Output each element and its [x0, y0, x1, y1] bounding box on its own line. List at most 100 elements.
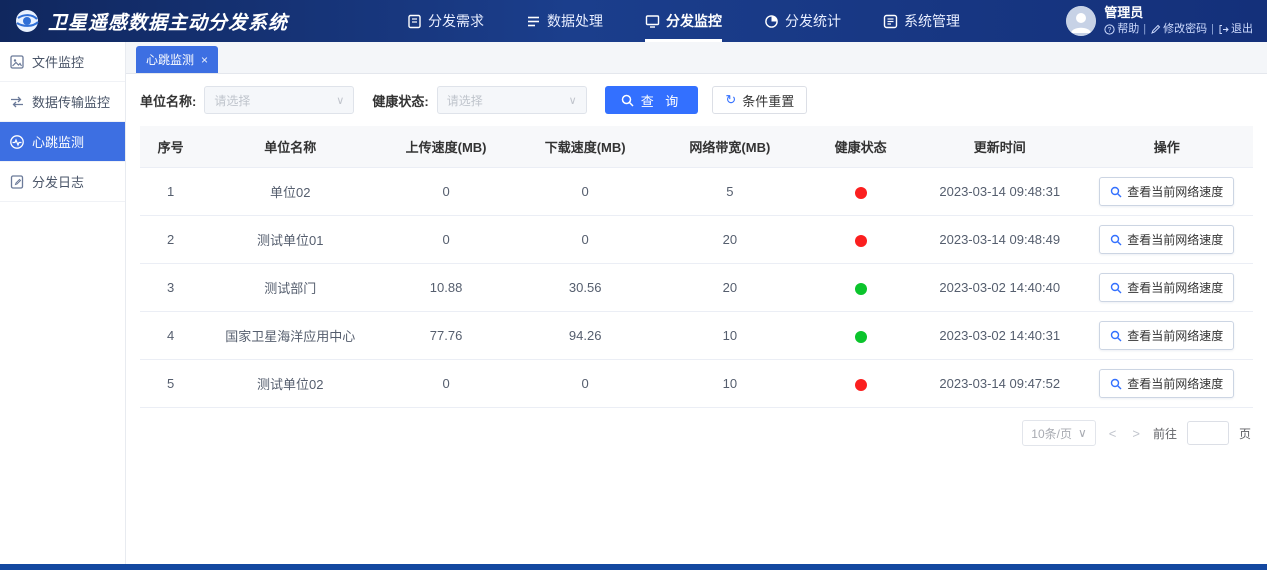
- cell-updated-time: 2023-03-14 09:47:52: [919, 359, 1081, 408]
- health-status-select[interactable]: 请选择 ∨: [436, 86, 587, 114]
- cell-upload-speed: 0: [379, 167, 513, 216]
- cell-download-speed: 0: [512, 167, 658, 216]
- table-row: 4 国家卫星海洋应用中心 77.76 94.26 10 2023-03-02 14:40:…: [140, 311, 1253, 360]
- nav-label: 系统管理: [904, 13, 960, 29]
- cell-actions: 查看当前网络速度: [1080, 215, 1253, 264]
- search-icon: [1110, 282, 1122, 294]
- col-health-status: 健康状态: [802, 126, 920, 168]
- health-status-dot: [854, 378, 867, 391]
- svg-text:?: ?: [1108, 27, 1112, 34]
- search-icon: [1110, 378, 1122, 390]
- change-password-link[interactable]: 修改密码: [1150, 22, 1207, 36]
- nav-item-distribution-monitoring[interactable]: 分发监控: [645, 0, 722, 42]
- col-actions: 操作: [1080, 126, 1253, 168]
- sidebar-item-file-monitoring[interactable]: 文件监控: [0, 42, 125, 82]
- view-network-speed-button[interactable]: 查看当前网络速度: [1099, 225, 1235, 254]
- avatar[interactable]: [1066, 6, 1097, 36]
- close-icon[interactable]: ×: [201, 53, 208, 67]
- tab-heartbeat-monitoring[interactable]: 心跳监测 ×: [136, 46, 219, 73]
- cell-upload-speed: 77.76: [379, 311, 513, 360]
- prev-page-button[interactable]: <: [1106, 426, 1120, 441]
- table-row: 5 测试单位02 0 0 10 2023-03-14 09:47:52 查看当前网络速度: [140, 359, 1253, 408]
- cell-health-status: [802, 359, 920, 408]
- health-status-dot: [854, 186, 867, 199]
- sidebar-item-label: 分发日志: [32, 175, 85, 190]
- view-network-speed-button[interactable]: 查看当前网络速度: [1099, 273, 1235, 302]
- col-bandwidth: 网络带宽(MB): [657, 126, 803, 168]
- page-size-select[interactable]: 10条/页 ∨: [1022, 420, 1096, 446]
- user-box: 管理员 ? 帮助 | 修改密码 | 退出: [1053, 5, 1253, 36]
- col-download-speed: 下载速度(MB): [512, 126, 658, 168]
- tab-label: 心跳监测: [146, 53, 195, 67]
- goto-page-input[interactable]: [1186, 421, 1229, 445]
- cell-upload-speed: 0: [379, 359, 513, 408]
- cell-bandwidth: 20: [657, 215, 803, 264]
- table-header-row: 序号 单位名称 上传速度(MB) 下载速度(MB) 网络带宽(MB) 健康状态 …: [140, 126, 1253, 168]
- top-navigation: 分发需求 数据处理 分发监控 分发统计 系统管理: [314, 0, 1053, 42]
- cell-health-status: [802, 167, 920, 216]
- footer-bar: [0, 564, 1267, 570]
- chevron-down-icon: ∨: [336, 94, 345, 107]
- sidebar-item-label: 心跳监测: [32, 135, 85, 150]
- list-icon: [526, 14, 541, 29]
- sidebar-item-heartbeat-monitoring[interactable]: 心跳监测: [0, 122, 125, 162]
- cell-actions: 查看当前网络速度: [1080, 263, 1253, 312]
- view-network-speed-button[interactable]: 查看当前网络速度: [1099, 177, 1235, 206]
- cell-bandwidth: 10: [657, 311, 803, 360]
- transfer-icon: [9, 94, 25, 110]
- cell-index: 4: [140, 311, 202, 360]
- sidebar-item-data-transfer-monitoring[interactable]: 数据传输监控: [0, 82, 125, 122]
- cell-updated-time: 2023-03-14 09:48:49: [919, 215, 1081, 264]
- col-index: 序号: [140, 126, 202, 168]
- cell-download-speed: 94.26: [512, 311, 658, 360]
- search-icon: [621, 94, 634, 107]
- heartbeat-table: 序号 单位名称 上传速度(MB) 下载速度(MB) 网络带宽(MB) 健康状态 …: [140, 126, 1253, 408]
- table-body: 1 单位02 0 0 5 2023-03-14 09:48:31 查看当前网络速度 2 测试单位…: [140, 167, 1253, 408]
- cell-download-speed: 0: [512, 215, 658, 264]
- col-unit-name: 单位名称: [201, 126, 380, 168]
- cell-actions: 查看当前网络速度: [1080, 359, 1253, 408]
- cell-unit-name: 测试单位02: [201, 359, 380, 408]
- table-row: 3 测试部门 10.88 30.56 20 2023-03-02 14:40:40 查看当前…: [140, 263, 1253, 312]
- nav-item-distribution-demand[interactable]: 分发需求: [407, 0, 484, 42]
- document-icon: [407, 14, 422, 29]
- unit-name-label: 单位名称:: [140, 93, 197, 109]
- sidebar-item-distribution-log[interactable]: 分发日志: [0, 162, 125, 202]
- table-row: 2 测试单位01 0 0 20 2023-03-14 09:48:49 查看当前网络速度: [140, 215, 1253, 264]
- view-network-speed-button[interactable]: 查看当前网络速度: [1099, 321, 1235, 350]
- settings-icon: [883, 14, 898, 29]
- help-icon: ?: [1104, 24, 1115, 35]
- col-updated-time: 更新时间: [919, 126, 1081, 168]
- cell-index: 5: [140, 359, 202, 408]
- nav-item-data-processing[interactable]: 数据处理: [526, 0, 603, 42]
- cell-unit-name: 国家卫星海洋应用中心: [201, 311, 380, 360]
- cell-actions: 查看当前网络速度: [1080, 311, 1253, 360]
- chevron-down-icon: ∨: [568, 94, 577, 107]
- query-button[interactable]: 查 询: [604, 86, 699, 114]
- brand: 卫星遥感数据主动分发系统: [14, 8, 314, 35]
- cell-index: 1: [140, 167, 202, 216]
- cell-updated-time: 2023-03-14 09:48:31: [919, 167, 1081, 216]
- logout-link[interactable]: 退出: [1218, 22, 1253, 36]
- cell-updated-time: 2023-03-02 14:40:40: [919, 263, 1081, 312]
- nav-label: 数据处理: [547, 13, 603, 29]
- cell-download-speed: 30.56: [512, 263, 658, 312]
- next-page-button[interactable]: >: [1129, 426, 1143, 441]
- search-icon: [1110, 234, 1122, 246]
- cell-health-status: [802, 215, 920, 264]
- sidebar-item-label: 数据传输监控: [32, 95, 111, 110]
- help-link[interactable]: ? 帮助: [1104, 22, 1139, 36]
- filter-bar: 单位名称: 请选择 ∨ 健康状态: 请选择 ∨ 查 询 ↻ 条件重置: [126, 74, 1267, 126]
- nav-item-distribution-statistics[interactable]: 分发统计: [764, 0, 841, 42]
- nav-item-system-management[interactable]: 系统管理: [883, 0, 960, 42]
- page-label: 页: [1238, 426, 1251, 441]
- cell-bandwidth: 5: [657, 167, 803, 216]
- unit-name-select[interactable]: 请选择 ∨: [204, 86, 355, 114]
- app-title: 卫星遥感数据主动分发系统: [48, 12, 289, 34]
- nav-label: 分发统计: [785, 13, 841, 29]
- view-network-speed-button[interactable]: 查看当前网络速度: [1099, 369, 1235, 398]
- nav-label: 分发监控: [666, 13, 722, 29]
- reset-button[interactable]: ↻ 条件重置: [712, 86, 808, 114]
- separator: |: [1211, 23, 1214, 36]
- logout-icon: [1218, 24, 1229, 35]
